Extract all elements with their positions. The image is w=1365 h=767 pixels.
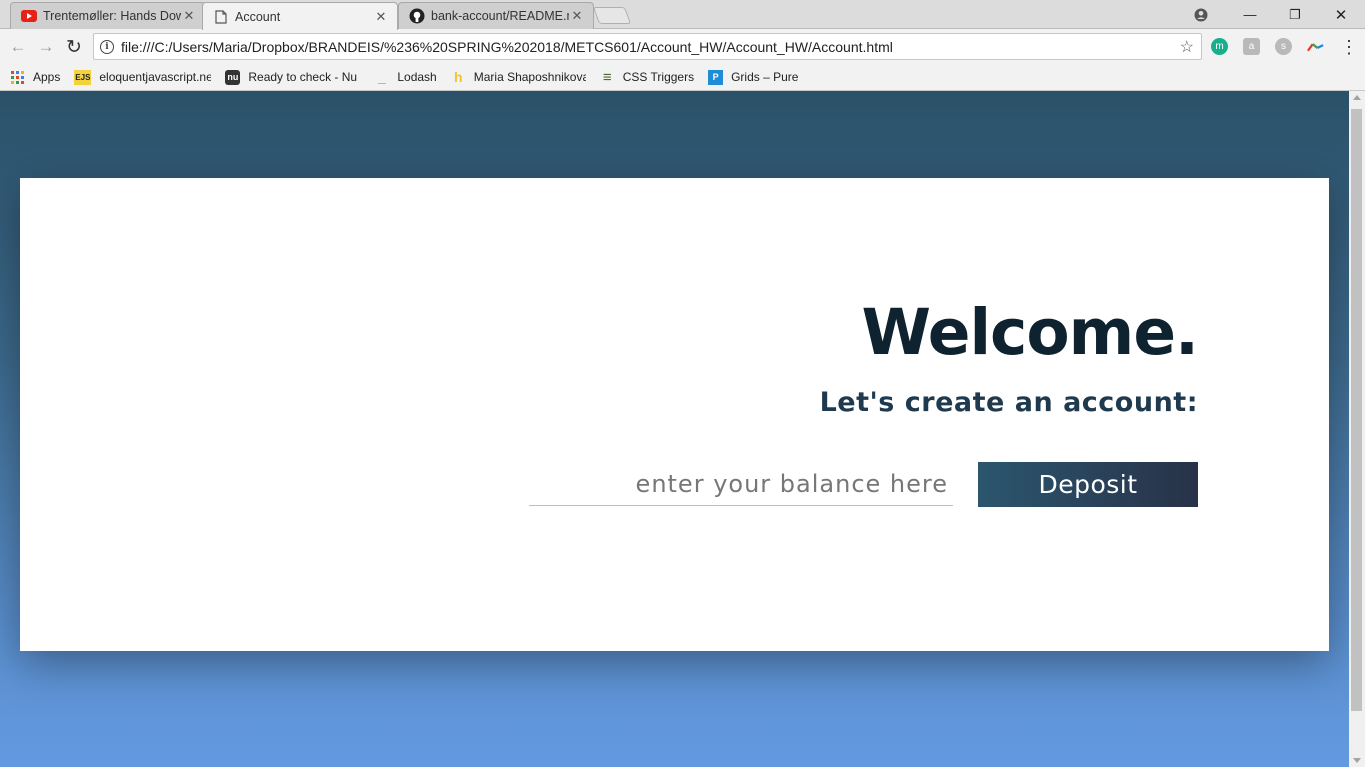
nu-icon: nu [225, 69, 241, 85]
close-icon[interactable]: ✕ [373, 9, 389, 25]
close-window-button[interactable]: ✕ [1318, 0, 1364, 29]
back-button[interactable]: ← [7, 36, 29, 58]
close-icon[interactable]: ✕ [181, 8, 197, 24]
menu-icon[interactable]: ⋮ [1338, 36, 1360, 58]
bookmark-lodash[interactable]: _ Lodash [374, 69, 437, 85]
bookmark-eloquentjavascript[interactable]: EJS eloquentjavascript.ne [74, 69, 212, 85]
bookmark-label: Maria Shaposhnikova [473, 70, 586, 84]
bookmark-grids-pure[interactable]: P Grids – Pure [708, 69, 799, 85]
new-tab-button[interactable] [592, 7, 632, 24]
profile-icon[interactable] [1178, 0, 1224, 29]
tab-title: Trentemøller: Hands Dow [43, 9, 181, 23]
github-icon [409, 8, 425, 24]
account-card: Welcome. Let's create an account: Deposi… [20, 178, 1329, 651]
bookmark-label: Lodash [397, 70, 437, 84]
restore-button[interactable]: ❐ [1272, 0, 1318, 29]
bookmark-maria-shaposhnikova[interactable]: h Maria Shaposhnikova [451, 69, 586, 85]
tab-title: bank-account/README.m [431, 9, 569, 23]
pure-icon: P [708, 69, 724, 85]
css-triggers-icon: ≡ [602, 68, 612, 86]
page-title: Welcome. [861, 296, 1199, 369]
bookmark-label: eloquentjavascript.ne [99, 70, 212, 84]
minimize-button[interactable]: — [1227, 0, 1273, 29]
reload-button[interactable]: ↻ [63, 36, 85, 58]
browser-toolbar: ← → ↻ i file:///C:/Users/Maria/Dropbox/B… [0, 29, 1365, 64]
lodash-icon: _ [377, 69, 386, 85]
bookmark-nu-checker[interactable]: nu Ready to check - Nu I [225, 69, 361, 85]
scroll-down-arrow-icon[interactable] [1353, 758, 1361, 763]
scrollbar-thumb[interactable] [1351, 109, 1362, 711]
page-icon [213, 9, 229, 25]
page-background: Welcome. Let's create an account: Deposi… [0, 91, 1349, 767]
bookmark-label: Ready to check - Nu I [248, 70, 361, 84]
apps-grid-icon [10, 70, 25, 85]
close-icon[interactable]: ✕ [569, 8, 585, 24]
bookmark-label: Apps [33, 70, 61, 84]
youtube-icon [21, 8, 37, 24]
handshake-icon: h [453, 69, 463, 85]
tab-title: Account [235, 9, 281, 24]
deposit-button[interactable]: Deposit [978, 462, 1198, 507]
bookmarks-bar: Apps EJS eloquentjavascript.ne nu Ready … [0, 64, 1365, 91]
balance-input[interactable] [529, 462, 953, 506]
bookmark-label: Grids – Pure [731, 70, 799, 84]
tab-strip: Trentemøller: Hands Dow ✕ Account ✕ bank… [0, 0, 1365, 30]
ejs-icon: EJS [74, 69, 92, 85]
skype-extension-icon[interactable]: s [1275, 38, 1292, 55]
bookmark-css-triggers[interactable]: ≡ CSS Triggers [600, 68, 695, 86]
tab-github[interactable]: bank-account/README.m ✕ [398, 2, 594, 29]
info-icon[interactable]: i [100, 39, 114, 54]
address-bar[interactable]: i file:///C:/Users/Maria/Dropbox/BRANDEI… [93, 33, 1202, 60]
m-extension-icon[interactable]: m [1211, 38, 1228, 55]
bookmark-apps[interactable]: Apps [10, 70, 60, 85]
url-text[interactable]: file:///C:/Users/Maria/Dropbox/BRANDEIS/… [121, 39, 893, 55]
vertical-scrollbar[interactable] [1349, 91, 1365, 767]
tab-account[interactable]: Account ✕ [202, 2, 398, 30]
page-subtitle: Let's create an account: [819, 387, 1198, 418]
forward-button[interactable]: → [35, 36, 57, 58]
tab-youtube[interactable]: Trentemøller: Hands Dow ✕ [10, 2, 206, 29]
scroll-up-arrow-icon[interactable] [1353, 95, 1361, 100]
hanzi-extension-icon[interactable]: a [1243, 38, 1260, 55]
colorful-extension-icon[interactable] [1307, 38, 1324, 55]
bookmark-star-icon[interactable]: ☆ [1180, 37, 1194, 57]
bookmark-label: CSS Triggers [622, 70, 695, 84]
